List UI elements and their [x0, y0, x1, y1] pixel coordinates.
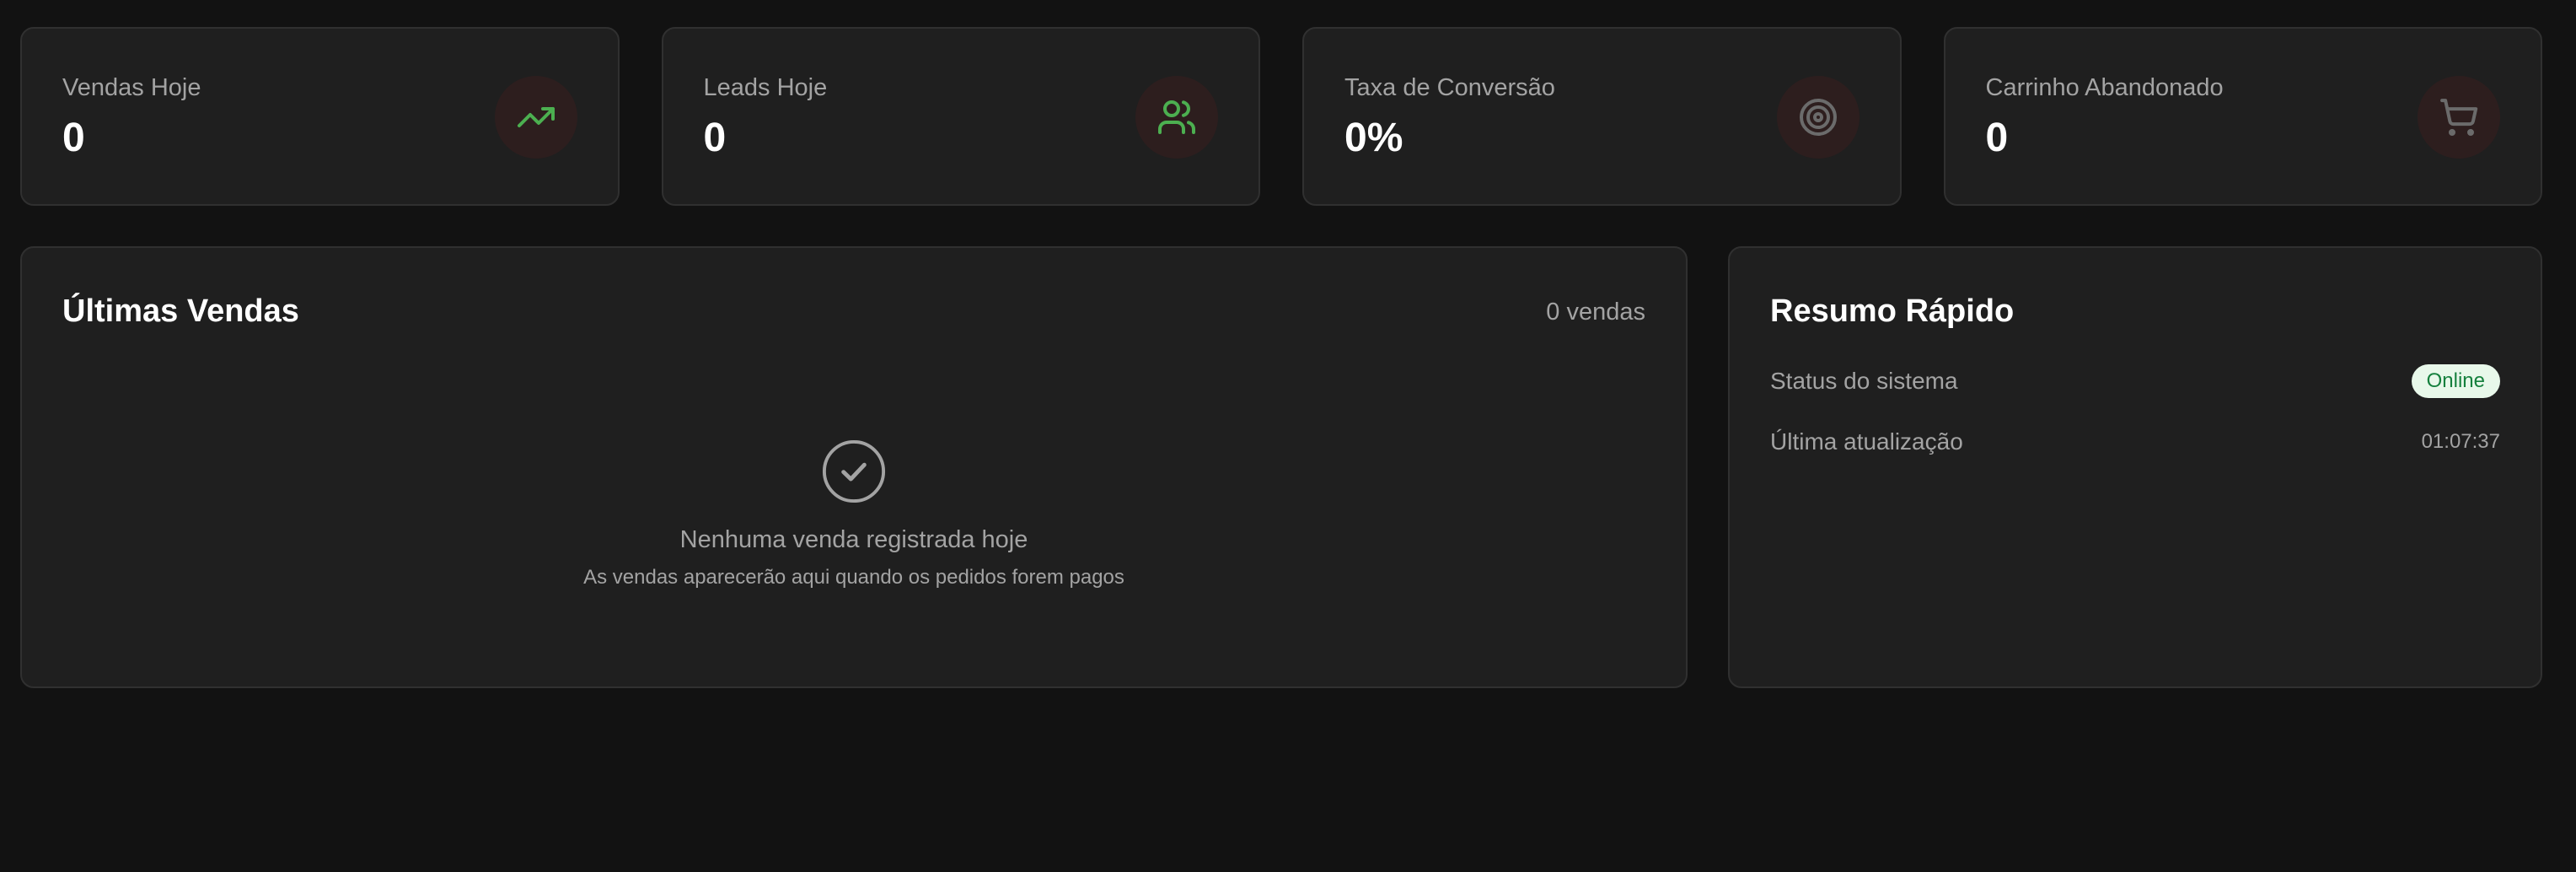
panel-title: Resumo Rápido	[1770, 293, 2015, 329]
stat-card-leads-hoje: Leads Hoje 0	[661, 27, 1260, 206]
stat-value: 0	[703, 116, 727, 160]
summary-row-status: Status do sistema Online	[1770, 363, 2500, 400]
stat-card-carrinho-abandonado: Carrinho Abandonado 0	[1943, 27, 2542, 206]
stat-label: Carrinho Abandonado	[1985, 74, 2224, 101]
dashboard-page: Vendas Hoje 0 Leads Hoje 0 Taxa de Conve…	[0, 0, 2576, 872]
stat-value: 0	[1985, 116, 2009, 160]
stat-value: 0%	[1344, 116, 1403, 160]
status-badge: Online	[2411, 364, 2500, 398]
stat-label: Leads Hoje	[703, 74, 828, 101]
empty-title: Nenhuma venda registrada hoje	[679, 526, 1028, 553]
resumo-rapido-panel: Resumo Rápido Status do sistema Online Ú…	[1728, 246, 2542, 688]
summary-label: Status do sistema	[1770, 368, 1958, 394]
panel-title: Últimas Vendas	[62, 293, 299, 329]
trending-up-icon	[494, 76, 577, 159]
target-icon	[1776, 76, 1860, 159]
check-circle-icon	[822, 439, 886, 503]
cart-icon	[2418, 76, 2500, 159]
stat-label: Vendas Hoje	[62, 74, 201, 101]
last-update-time: 01:07:37	[2421, 430, 2500, 453]
stat-card-taxa-conversao: Taxa de Conversão 0%	[1302, 27, 1902, 206]
summary-label: Última atualização	[1770, 428, 1963, 455]
empty-subtitle: As vendas aparecerão aqui quando os pedi…	[583, 566, 1124, 589]
summary-row-last-update: Última atualização 01:07:37	[1770, 423, 2500, 460]
stat-card-vendas-hoje: Vendas Hoje 0	[20, 27, 620, 206]
users-icon	[1135, 76, 1218, 159]
empty-state: Nenhuma venda registrada hoje As vendas …	[22, 439, 1686, 589]
stat-value: 0	[62, 116, 85, 160]
ultimas-vendas-panel: Últimas Vendas 0 vendas Nenhuma venda re…	[20, 246, 1688, 688]
sales-count: 0 vendas	[1546, 299, 1645, 326]
stat-label: Taxa de Conversão	[1344, 74, 1555, 101]
stats-row: Vendas Hoje 0 Leads Hoje 0 Taxa de Conve…	[20, 27, 2542, 206]
